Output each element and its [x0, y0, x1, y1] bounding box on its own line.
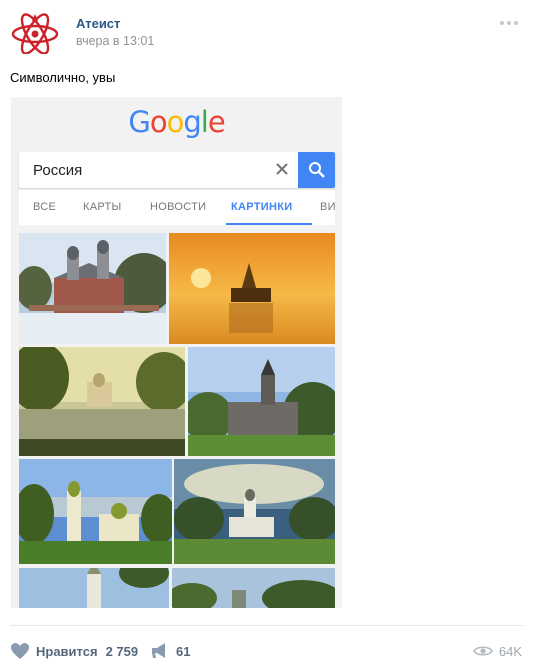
tab-all[interactable]: ВСЕ	[33, 201, 56, 213]
image-result[interactable]	[19, 459, 172, 564]
image-result[interactable]	[19, 568, 169, 608]
google-logo-letter: g	[183, 105, 201, 139]
views-count: 64K	[498, 643, 522, 659]
google-logo-letter: o	[166, 105, 185, 139]
google-tabs: ВСЕ КАРТЫ НОВОСТИ КАРТИНКИ ВИ	[19, 189, 335, 225]
image-result[interactable]	[19, 347, 185, 456]
post-time[interactable]: вчера в 13:01	[76, 34, 154, 48]
more-icon[interactable]	[500, 18, 522, 28]
image-result[interactable]	[174, 459, 335, 564]
google-logo-letter: o	[149, 105, 168, 139]
google-logo-letter: G	[128, 105, 151, 139]
avatar-atom-logo	[11, 13, 59, 55]
tab-news[interactable]: НОВОСТИ	[150, 201, 206, 213]
google-logo: Google	[11, 105, 342, 139]
like-count: 2 759	[105, 643, 139, 659]
megaphone-icon	[152, 643, 165, 658]
google-logo-letter: l	[200, 105, 209, 139]
tab-images[interactable]: КАРТИНКИ	[231, 201, 292, 213]
search-input[interactable]: Россия	[33, 162, 82, 179]
image-result[interactable]	[188, 347, 335, 456]
post-text: Символично, увы	[10, 70, 116, 85]
divider	[10, 625, 524, 626]
active-tab-indicator	[226, 223, 312, 225]
image-result[interactable]	[172, 568, 335, 608]
like-button[interactable]: Нравится 2 759	[10, 640, 138, 662]
post-footer: Нравится 2 759 61 64K	[10, 640, 524, 662]
search-button[interactable]	[298, 152, 335, 188]
search-box[interactable]: Россия	[19, 152, 335, 188]
tab-video[interactable]: ВИ	[320, 201, 335, 213]
search-icon	[308, 162, 325, 178]
image-result[interactable]	[19, 233, 166, 344]
eye-icon	[472, 646, 493, 656]
share-count: 61	[176, 643, 191, 659]
post-author[interactable]: Атеист	[76, 16, 120, 31]
like-label: Нравится	[36, 643, 98, 659]
post-image[interactable]: Google Россия ВСЕ КАРТЫ НОВОСТИ КАРТИНКИ…	[11, 97, 342, 608]
clear-icon[interactable]	[274, 161, 290, 177]
heart-icon	[11, 643, 29, 659]
views: 64K	[472, 640, 522, 662]
tab-maps[interactable]: КАРТЫ	[83, 201, 122, 213]
share-button[interactable]: 61	[150, 640, 190, 662]
image-result[interactable]	[169, 233, 335, 344]
post-header: Атеист вчера в 13:01	[10, 10, 524, 60]
google-logo-letter: e	[207, 105, 226, 139]
avatar[interactable]	[10, 10, 60, 55]
